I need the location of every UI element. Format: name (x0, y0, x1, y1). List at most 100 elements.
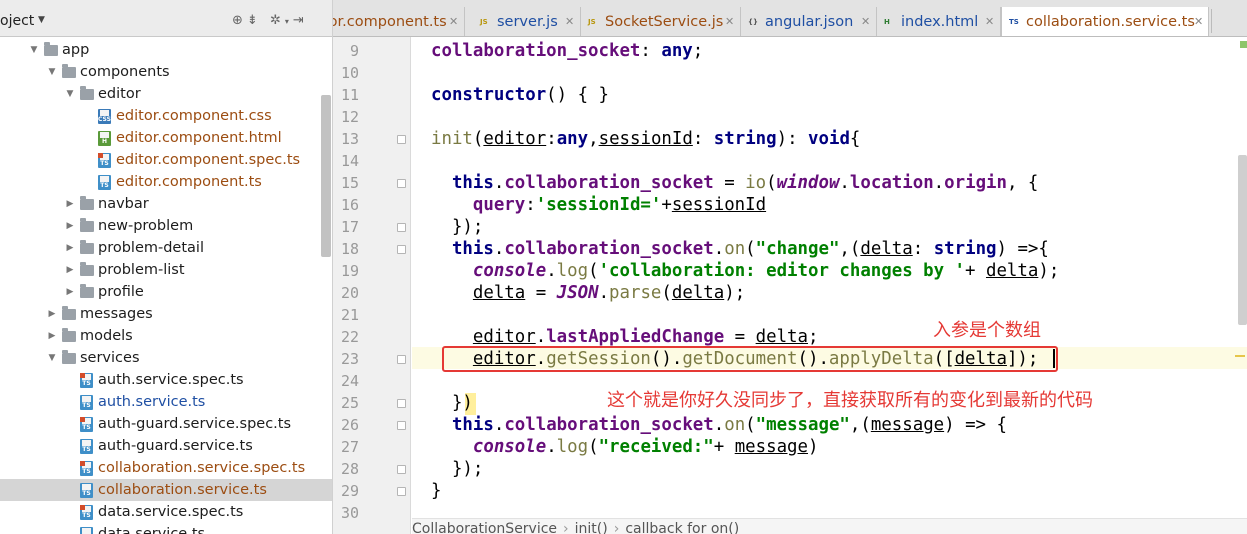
tree-folder-new-problem[interactable]: ▶ new-problem (0, 215, 332, 237)
fold-marker-icon[interactable] (397, 421, 406, 430)
ts-file-icon: TS (80, 483, 93, 498)
tree-folder-models[interactable]: ▶ models (0, 325, 332, 347)
hide-panel-icon[interactable]: ⇥ (293, 13, 308, 28)
tree-file[interactable]: Heditor.component.html (0, 127, 332, 149)
code-token: ) =>{ (996, 239, 1049, 259)
code-token: , { (1006, 173, 1039, 193)
editor-tab[interactable]: JS server.js ✕ (473, 7, 581, 36)
editor-tab[interactable]: tor.component.ts ✕ (333, 7, 465, 36)
tree-file[interactable]: TS collaboration.service.ts (0, 479, 332, 501)
folder-icon (80, 240, 94, 254)
folder-icon (62, 328, 76, 342)
line-number: 11 (340, 86, 359, 104)
breadcrumb-item[interactable]: callback for on() (625, 521, 739, 534)
fold-marker-icon[interactable] (397, 135, 406, 144)
expand-arrow-closed-icon[interactable]: ▶ (46, 303, 58, 325)
code-token: message (870, 415, 945, 435)
fold-marker-icon[interactable] (397, 245, 406, 254)
line-number: 10 (340, 64, 359, 82)
close-tab-icon[interactable]: ✕ (725, 7, 734, 36)
inspection-ok-marker[interactable] (1240, 41, 1247, 48)
fold-marker-icon[interactable] (397, 223, 406, 232)
tree-folder-editor[interactable]: ▼ editor (0, 83, 332, 105)
expand-arrow-closed-icon[interactable]: ▶ (64, 215, 76, 237)
breadcrumb-item[interactable]: init() (575, 521, 608, 534)
code-editor[interactable]: 9 10 11 12 13 14 15 16 17 18 19 20 21 22 23 24 25 26 27 28 2… (333, 37, 1247, 534)
code-line: }) (431, 392, 473, 414)
fold-marker-icon[interactable] (397, 465, 406, 474)
tree-file[interactable]: TS collaboration.service.spec.ts (0, 457, 332, 479)
expand-arrow-closed-icon[interactable]: ▶ (64, 281, 76, 303)
line-number: 13 (340, 130, 359, 148)
line-number: 22 (340, 328, 359, 346)
close-tab-icon[interactable]: ✕ (985, 7, 994, 36)
project-view-dropdown-icon[interactable]: ▼ (38, 15, 45, 25)
tab-overflow-button[interactable]: ≡4 (1211, 9, 1241, 33)
expand-arrow-open-icon[interactable]: ▼ (28, 39, 40, 61)
fold-marker-icon[interactable] (397, 355, 406, 364)
tree-folder-messages[interactable]: ▶ messages (0, 303, 332, 325)
locate-icon[interactable]: ⊕ (232, 13, 247, 28)
expand-arrow-closed-icon[interactable]: ▶ (64, 237, 76, 259)
expand-arrow-closed-icon[interactable]: ▶ (64, 259, 76, 281)
fold-marker-icon[interactable] (397, 487, 406, 496)
gear-dropdown-icon[interactable]: ▾ (285, 17, 293, 26)
code-token: delta (755, 327, 808, 347)
breadcrumb-separator-icon: › (613, 521, 620, 534)
collapse-all-icon[interactable]: ⇟ (247, 13, 262, 28)
tree-file[interactable]: TS auth-guard.service.ts (0, 435, 332, 457)
code-token: , (588, 129, 599, 149)
tree-folder-problem-list[interactable]: ▶ problem-list (0, 259, 332, 281)
tree-folder-navbar[interactable]: ▶ navbar (0, 193, 332, 215)
tab-label: index.html (901, 14, 979, 30)
code-line: console.log('collaboration: editor chang… (431, 260, 1059, 282)
tree-item-label: data.service.spec.ts (98, 504, 244, 520)
editor-tab[interactable]: JS SocketService.js ✕ (581, 7, 741, 36)
close-tab-icon[interactable]: ✕ (565, 7, 574, 36)
tree-file[interactable]: CSS editor.component.css (0, 105, 332, 127)
code-token: ): (776, 129, 809, 149)
tree-folder-problem-detail[interactable]: ▶ problem-detail (0, 237, 332, 259)
tree-file[interactable]: TS data.service.ts (0, 523, 332, 534)
tree-folder-components[interactable]: ▼ components (0, 61, 332, 83)
tree-item-label: collaboration.service.ts (98, 482, 267, 498)
expand-arrow-open-icon[interactable]: ▼ (46, 347, 58, 369)
editor-scrollbar[interactable] (1238, 155, 1247, 325)
code-line: this.collaboration_socket.on("message",(… (431, 414, 1007, 436)
tree-folder-profile[interactable]: ▶ profile (0, 281, 332, 303)
code-token: ( (661, 283, 672, 303)
expand-arrow-closed-icon[interactable]: ▶ (64, 193, 76, 215)
tree-file[interactable]: TS editor.component.spec.ts (0, 149, 332, 171)
tree-file[interactable]: TS editor.component.ts (0, 171, 332, 193)
expand-arrow-open-icon[interactable]: ▼ (64, 83, 76, 105)
expand-arrow-open-icon[interactable]: ▼ (46, 61, 58, 83)
editor-tab[interactable]: Hindex.html ✕ (877, 7, 1001, 36)
close-tab-icon[interactable]: ✕ (861, 7, 870, 36)
editor-tab[interactable]: {} angular.json ✕ (741, 7, 877, 36)
expand-arrow-closed-icon[interactable]: ▶ (46, 325, 58, 347)
close-tab-icon[interactable]: ✕ (449, 7, 458, 36)
tree-file[interactable]: TS auth.service.ts (0, 391, 332, 413)
project-panel-header: oject ▼ ⊕⇟ ✲▾⇥ (0, 0, 332, 37)
close-tab-icon[interactable]: ✕ (1194, 7, 1203, 36)
tree-scrollbar[interactable] (321, 95, 331, 257)
code-token: ,( (839, 239, 861, 259)
fold-marker-icon[interactable] (397, 399, 406, 408)
line-number: 27 (340, 438, 359, 456)
editor-tab[interactable]: TS collaboration.service.ts ✕ (1001, 7, 1209, 36)
fold-marker-icon[interactable] (397, 179, 406, 188)
breadcrumb-item[interactable]: CollaborationService (412, 521, 557, 534)
code-token: + (965, 261, 986, 281)
gear-icon[interactable]: ✲ (270, 13, 285, 28)
code-token: ); (724, 283, 746, 303)
project-panel-title[interactable]: oject (0, 13, 34, 29)
tree-file[interactable]: TS auth.service.spec.ts (0, 369, 332, 391)
code-token: origin (944, 173, 1007, 193)
tree-file[interactable]: TS data.service.spec.ts (0, 501, 332, 523)
code-token: () { } (546, 85, 609, 105)
tree-folder-services[interactable]: ▼ services (0, 347, 332, 369)
tree-file[interactable]: TS auth-guard.service.spec.ts (0, 413, 332, 435)
tree-folder-app[interactable]: ▼ app (0, 39, 332, 61)
